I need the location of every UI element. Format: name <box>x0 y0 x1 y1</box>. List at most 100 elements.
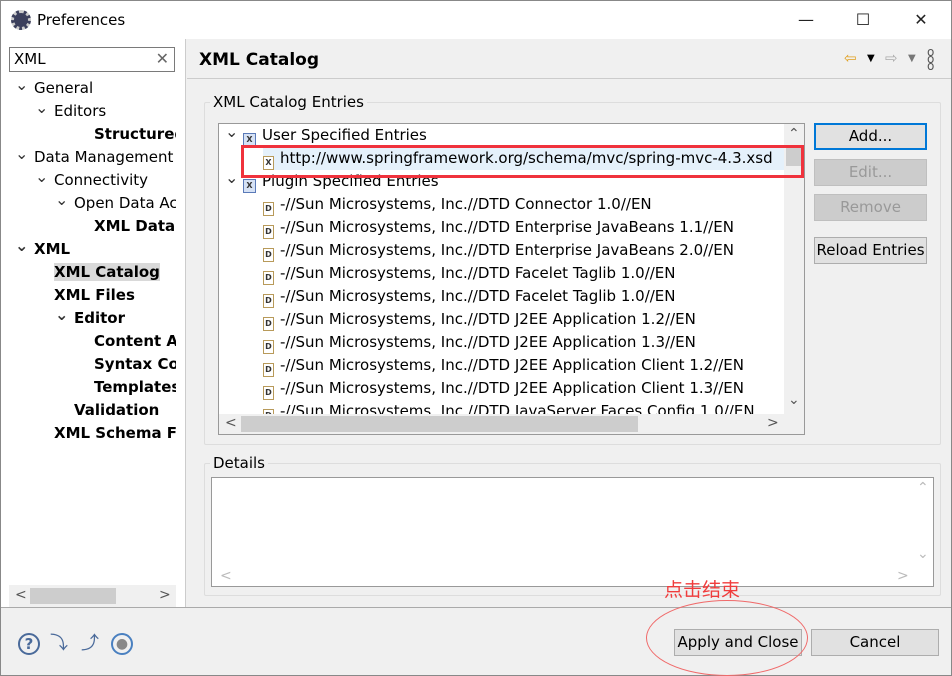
scroll-down-icon[interactable]: ⌄ <box>788 392 800 408</box>
tree-item[interactable]: XML Catalog <box>54 261 160 284</box>
add-button[interactable]: Add... <box>814 123 927 150</box>
chevron-down-icon[interactable]: ⌄ <box>55 188 68 211</box>
scroll-left-icon[interactable]: < <box>225 415 237 431</box>
forward-arrow-icon[interactable]: ⇨ <box>885 49 898 67</box>
tree-item-label: Connectivity <box>54 171 148 189</box>
scrollbar-thumb[interactable] <box>241 416 638 432</box>
scroll-left-icon[interactable]: < <box>220 568 232 584</box>
scroll-right-icon[interactable]: > <box>897 568 909 584</box>
entry-label: -//Sun Microsystems, Inc.//DTD J2EE Appl… <box>280 379 744 397</box>
catalog-entry[interactable]: D -//Sun Microsystems, Inc.//DTD J2EE App… <box>263 308 696 331</box>
tree-item-label: XML <box>34 240 71 258</box>
tree-item-label: Templates <box>94 378 176 396</box>
back-menu-chevron-icon[interactable]: ▼ <box>867 53 875 64</box>
tree-item[interactable]: Templates <box>94 376 176 399</box>
details-text[interactable]: ⌃ ⌄ < > <box>211 477 934 587</box>
tree-item[interactable]: ⌄ Open Data Ac <box>55 190 176 215</box>
edit-button[interactable]: Edit... <box>814 159 927 186</box>
filter-value: XML <box>14 50 46 68</box>
page-title: XML Catalog <box>199 50 319 70</box>
entry-label: -//Sun Microsystems, Inc.//DTD J2EE Appl… <box>280 333 696 351</box>
tree-item-label: Data Management <box>34 148 174 166</box>
scroll-left-icon[interactable]: < <box>15 587 27 603</box>
catalog-category[interactable]: ⌄ X User Specified Entries <box>225 124 427 147</box>
tree-item[interactable]: XML Data S <box>94 215 176 238</box>
title-bar: Preferences — ☐ ✕ <box>1 1 951 39</box>
tree-item[interactable]: ⌄ XML <box>15 236 71 261</box>
cancel-button[interactable]: Cancel <box>811 629 939 656</box>
maximize-button[interactable]: ☐ <box>848 7 878 33</box>
record-icon[interactable]: ● <box>111 633 133 655</box>
chevron-down-icon[interactable]: ⌄ <box>225 124 238 143</box>
entry-label: -//Sun Microsystems, Inc.//DTD Facelet T… <box>280 264 676 282</box>
help-icon[interactable]: ? <box>18 633 40 655</box>
minimize-button[interactable]: — <box>791 7 821 33</box>
tree-item[interactable]: ⌄ Data Management <box>15 144 174 169</box>
view-menu-icon[interactable]: ooo <box>927 46 934 72</box>
tree-item[interactable]: ⌄ Editors <box>35 98 106 123</box>
catalog-entry[interactable]: D -//Sun Microsystems, Inc.//DTD Facelet … <box>263 285 676 308</box>
scroll-down-icon[interactable]: ⌄ <box>917 546 929 562</box>
entry-label: User Specified Entries <box>262 126 427 144</box>
tree-item-label: Content As <box>94 332 176 350</box>
remove-button[interactable]: Remove <box>814 194 927 221</box>
chevron-down-icon[interactable]: ⌄ <box>15 234 28 257</box>
tree-item-label: XML Files <box>54 286 135 304</box>
entry-label: -//Sun Microsystems, Inc.//DTD Connector… <box>280 195 652 213</box>
dtd-file-icon: D <box>263 294 274 308</box>
dtd-file-icon: D <box>263 317 274 331</box>
forward-menu-chevron-icon[interactable]: ▼ <box>908 53 916 64</box>
tree-item[interactable]: XML Schema File <box>54 422 176 445</box>
entry-label: -//Sun Microsystems, Inc.//DTD Facelet T… <box>280 287 676 305</box>
back-arrow-icon[interactable]: ⇦ <box>844 49 857 67</box>
dtd-file-icon: D <box>263 386 274 400</box>
tree-item[interactable]: ⌄ Editor <box>55 305 125 330</box>
close-button[interactable]: ✕ <box>906 7 936 33</box>
highlight-box <box>241 145 804 178</box>
entry-label: -//Sun Microsystems, Inc.//DTD Enterpris… <box>280 218 734 236</box>
dtd-file-icon: D <box>263 225 274 239</box>
tree-item-label: Open Data Ac <box>74 194 176 212</box>
tree-item[interactable]: Validation <box>74 399 159 422</box>
tree-item[interactable]: Content As <box>94 330 176 353</box>
catalog-entry[interactable]: D -//Sun Microsystems, Inc.//DTD J2EE App… <box>263 377 744 400</box>
tree-item[interactable]: Structured Te <box>94 123 176 146</box>
chevron-down-icon[interactable]: ⌄ <box>55 303 68 326</box>
tree-item-label: General <box>34 79 94 97</box>
tree-item-label: XML Schema File <box>54 424 176 442</box>
scroll-up-icon[interactable]: ⌃ <box>788 126 800 142</box>
chevron-down-icon[interactable]: ⌄ <box>15 142 28 165</box>
tree-item-label: XML Catalog <box>54 263 160 281</box>
catalog-entry[interactable]: D -//Sun Microsystems, Inc.//DTD J2EE App… <box>263 331 696 354</box>
scroll-right-icon[interactable]: > <box>159 587 171 603</box>
chevron-down-icon[interactable]: ⌄ <box>15 77 28 96</box>
import-icon[interactable]: ⤵ <box>48 633 70 655</box>
tree-item-label: Validation <box>74 401 160 419</box>
reload-entries-button[interactable]: Reload Entries <box>814 237 927 264</box>
sidebar-horizontal-scrollbar[interactable]: < > <box>9 585 176 607</box>
tree-item-label: Structured Te <box>94 125 176 143</box>
catalog-entry[interactable]: D -//Sun Microsystems, Inc.//DTD J2EE App… <box>263 354 744 377</box>
scrollbar-thumb[interactable] <box>30 588 116 604</box>
export-icon[interactable]: ⤴ <box>79 633 101 655</box>
catalog-entry[interactable]: D -//Sun Microsystems, Inc.//DTD Enterpri… <box>263 216 734 239</box>
eclipse-icon <box>11 10 31 30</box>
tree-item[interactable]: Syntax Col <box>94 353 176 376</box>
scroll-up-icon[interactable]: ⌃ <box>917 480 929 496</box>
group-label: Details <box>213 454 266 472</box>
horizontal-scrollbar[interactable]: < > <box>219 414 804 434</box>
catalog-entry[interactable]: D -//Sun Microsystems, Inc.//DTD Facelet … <box>263 262 676 285</box>
chevron-down-icon[interactable]: ⌄ <box>35 165 48 188</box>
catalog-entry[interactable]: D -//Sun Microsystems, Inc.//DTD Enterpri… <box>263 239 734 262</box>
annotation-circle <box>646 600 808 676</box>
tree-item-label: Editor <box>74 309 125 327</box>
chevron-down-icon[interactable]: ⌄ <box>225 166 238 189</box>
catalog-entry[interactable]: D -//Sun Microsystems, Inc.//DTD Connecto… <box>263 193 652 216</box>
chevron-down-icon[interactable]: ⌄ <box>35 96 48 119</box>
dtd-file-icon: D <box>263 202 274 216</box>
clear-icon[interactable]: ✕ <box>156 49 169 68</box>
preferences-window: Preferences — ☐ ✕ XML ✕ ⌄ General ⌄ Editors… <box>0 0 952 676</box>
dtd-file-icon: D <box>263 363 274 377</box>
filter-input[interactable]: XML ✕ <box>9 47 175 72</box>
scroll-right-icon[interactable]: > <box>767 415 779 431</box>
